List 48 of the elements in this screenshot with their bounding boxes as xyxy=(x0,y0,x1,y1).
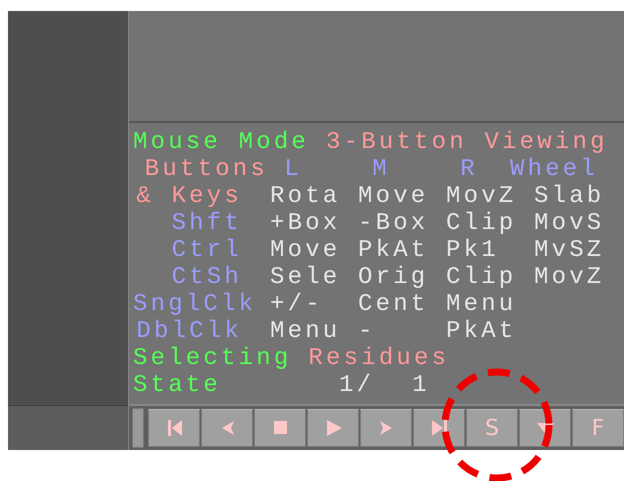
column-header: Wheel xyxy=(510,156,600,183)
action-text: MovS xyxy=(533,210,606,237)
action-text: +/- xyxy=(269,291,324,318)
key-label: Ctrl xyxy=(170,237,243,264)
selecting-label: Selecting xyxy=(133,345,292,372)
playback-button[interactable] xyxy=(254,409,306,447)
action-text: -Box xyxy=(357,210,430,237)
state-total: 1 xyxy=(412,372,430,399)
bar-handle[interactable] xyxy=(132,408,144,448)
action-text: +Box xyxy=(269,210,342,237)
mouse-mode-label: Mouse Mode xyxy=(133,129,310,156)
action-text: Orig xyxy=(357,264,430,291)
action-text: Clip xyxy=(445,264,518,291)
action-text: - xyxy=(357,318,377,345)
playback-button[interactable] xyxy=(307,409,359,447)
action-text: Sele xyxy=(269,264,342,291)
mouse-mode-value: 3-Button Viewing xyxy=(326,129,608,156)
action-text: Slab xyxy=(533,183,606,210)
action-text: PkAt xyxy=(357,237,430,264)
key-label: SnglClk xyxy=(133,291,256,318)
key-label: DblClk xyxy=(135,318,243,345)
action-text: Clip xyxy=(445,210,518,237)
playback-button[interactable] xyxy=(148,409,200,447)
action-text: Rota xyxy=(269,183,342,210)
key-label: CtSh xyxy=(170,264,243,291)
action-text: Pk1 xyxy=(445,237,500,264)
action-text: MovZ xyxy=(445,183,518,210)
key-label: Shft xyxy=(170,210,243,237)
action-text: Menu xyxy=(269,318,342,345)
state-label: State xyxy=(133,372,222,399)
buttons-label: Buttons xyxy=(144,156,268,183)
text-button[interactable]: S xyxy=(466,409,518,447)
playback-button[interactable] xyxy=(413,409,465,447)
text-button[interactable]: F xyxy=(572,409,624,447)
action-text: Menu xyxy=(445,291,518,318)
selecting-value: Residues xyxy=(308,345,450,372)
action-text: Move xyxy=(357,183,430,210)
state-current: 1/ xyxy=(339,372,374,399)
action-text: MovZ xyxy=(533,264,606,291)
playback-button[interactable] xyxy=(360,409,412,447)
key-label: & Keys xyxy=(135,183,243,210)
action-text: MvSZ xyxy=(533,237,606,264)
column-header: M xyxy=(371,156,391,183)
playback-button[interactable] xyxy=(201,409,253,447)
column-header: L xyxy=(283,156,303,183)
action-text: PkAt xyxy=(445,318,518,345)
action-text: Move xyxy=(269,237,342,264)
action-text: Cent xyxy=(357,291,430,318)
